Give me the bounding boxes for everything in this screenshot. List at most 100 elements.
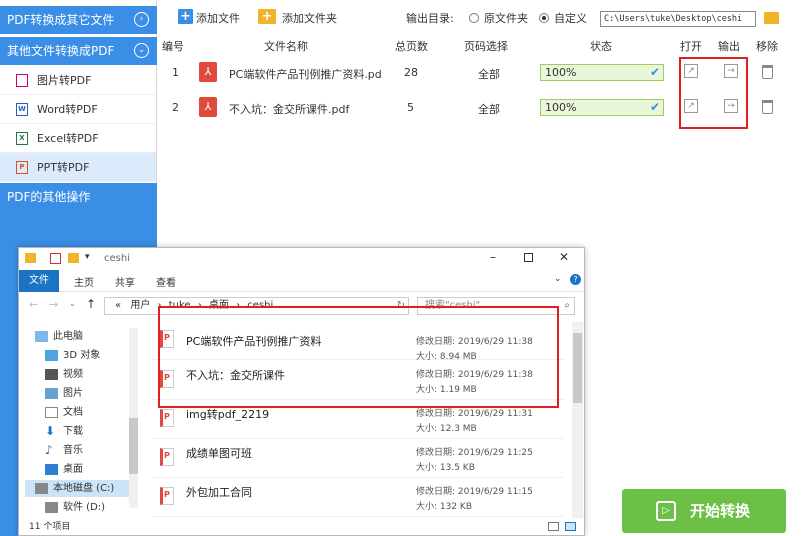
navigation-pane: 此电脑 3D 对象 视频 图片 文档 ⬇ 下载 ♪ 音乐 桌面 本地磁盘 (C:) … <box>19 322 141 518</box>
col-header: 文件名称 <box>264 40 308 53</box>
category-label: PDF转换成其它文件 <box>7 13 115 27</box>
chevron-right-icon: › <box>134 12 149 27</box>
nav-label: 文档 <box>63 407 83 418</box>
explorer-title-bar: ▾ ceshi – ✕ <box>19 248 584 270</box>
category-label: 其他文件转换成PDF <box>7 44 115 58</box>
col-header: 输出 <box>718 40 740 53</box>
qat-dropdown-icon[interactable]: ▾ <box>85 252 90 262</box>
forward-arrow-icon[interactable]: → <box>49 298 58 311</box>
radio-original-label: 原文件夹 <box>484 12 528 25</box>
nav-label: 下载 <box>63 426 83 437</box>
file-modified: 修改日期: 2019/6/29 11:25 <box>416 448 533 458</box>
file-modified: 修改日期: 2019/6/29 11:15 <box>416 487 533 497</box>
trash-icon[interactable] <box>762 65 773 79</box>
cube-icon <box>45 350 58 361</box>
search-icon[interactable]: ⌕ <box>564 298 570 314</box>
add-file-button[interactable]: + 添加文件 <box>178 9 240 26</box>
expand-ribbon-icon[interactable]: ⌄ <box>554 274 562 284</box>
page-range[interactable]: 全部 <box>478 66 500 82</box>
row-number: 1 <box>172 66 179 79</box>
add-folder-label: 添加文件夹 <box>282 12 337 25</box>
highlight-box <box>679 57 748 129</box>
recent-dropdown-icon[interactable]: ⌄ <box>69 299 76 308</box>
properties-icon[interactable] <box>50 253 61 264</box>
picture-icon <box>45 388 58 399</box>
maximize-icon[interactable] <box>524 253 533 262</box>
up-arrow-icon[interactable]: ↑ <box>86 297 96 311</box>
new-folder-icon[interactable] <box>68 253 79 263</box>
nav-scrollbar-thumb[interactable] <box>129 418 138 474</box>
nav-local-disk-c[interactable]: 本地磁盘 (C:) <box>25 480 129 497</box>
close-icon[interactable]: ✕ <box>559 250 569 264</box>
tiles-view-icon[interactable] <box>565 522 576 531</box>
sidebar-item-ppt-to-pdf[interactable]: P PPT转PDF <box>0 153 156 182</box>
pdf-icon: ⅄ <box>199 62 217 82</box>
window-title: ceshi <box>104 253 130 264</box>
tab-file[interactable]: 文件 <box>19 270 59 292</box>
address-overflow: « <box>115 300 122 311</box>
chevron-down-icon: ⌄ <box>134 43 149 58</box>
radio-custom-label: 自定义 <box>554 12 587 25</box>
category-pdf-other-ops[interactable]: PDF的其他操作 <box>0 183 157 211</box>
sidebar-item-image-to-pdf[interactable]: 图片转PDF <box>0 66 156 95</box>
list-item[interactable]: 外包加工合同 修改日期: 2019/6/29 11:15 大小: 132 KB <box>152 479 564 517</box>
category-pdf-to-other[interactable]: PDF转换成其它文件 › <box>0 6 157 34</box>
output-path-field[interactable]: C:\Users\tuke\Desktop\ceshi <box>600 11 756 27</box>
file-name: 外包加工合同 <box>186 486 252 499</box>
file-list-scrollbar-thumb[interactable] <box>573 333 582 403</box>
file-name: 不入坑：金交所课件.pdf <box>229 103 350 116</box>
list-item[interactable]: 成绩单图可班 修改日期: 2019/6/29 11:25 大小: 13.5 KB <box>152 440 564 478</box>
play-icon: ▷ <box>656 501 676 521</box>
col-header: 页码选择 <box>464 40 508 53</box>
pdf-file-icon <box>160 487 174 505</box>
check-icon: ✔ <box>649 100 660 114</box>
nav-this-pc[interactable]: 此电脑 <box>33 328 137 345</box>
drive-icon <box>35 483 48 494</box>
category-other-to-pdf[interactable]: 其他文件转换成PDF ⌄ <box>0 37 157 65</box>
sidebar-item-excel-to-pdf[interactable]: X Excel转PDF <box>0 124 156 153</box>
col-header: 总页数 <box>395 40 428 53</box>
nav-label: 此电脑 <box>53 331 83 342</box>
ppt-icon: P <box>16 161 28 174</box>
page-count: 28 <box>404 66 418 79</box>
col-header: 状态 <box>590 40 612 53</box>
category-label: PDF的其他操作 <box>7 190 91 204</box>
trash-icon[interactable] <box>762 100 773 114</box>
radio-original-folder[interactable] <box>469 13 479 23</box>
nav-label: 音乐 <box>63 445 83 456</box>
word-icon: W <box>16 103 28 116</box>
tab-share[interactable]: 共享 <box>115 274 135 289</box>
highlight-box <box>158 306 559 408</box>
browse-folder-icon[interactable] <box>764 12 779 24</box>
file-name: PC端软件产品刊例推广资料.pd <box>229 68 382 81</box>
breadcrumb-users[interactable]: 用户 <box>130 300 150 311</box>
excel-icon: X <box>16 132 28 145</box>
file-size: 大小: 12.3 MB <box>416 424 477 434</box>
add-folder-button[interactable]: + 添加文件夹 <box>258 9 337 26</box>
sidebar-item-label: Word转PDF <box>37 103 98 116</box>
back-arrow-icon[interactable]: ← <box>29 298 38 311</box>
page-range[interactable]: 全部 <box>478 101 500 117</box>
document-icon <box>45 407 58 418</box>
sidebar-item-label: 图片转PDF <box>37 74 92 87</box>
progress-text: 100% <box>545 66 577 79</box>
radio-custom[interactable] <box>539 13 549 23</box>
details-view-icon[interactable] <box>548 522 559 531</box>
output-dir-label: 输出目录: <box>406 12 454 25</box>
help-icon[interactable]: ? <box>570 274 581 285</box>
sidebar-item-word-to-pdf[interactable]: W Word转PDF <box>0 95 156 124</box>
minimize-icon[interactable]: – <box>490 250 496 264</box>
tab-home[interactable]: 主页 <box>74 274 94 289</box>
nav-label: 软件 (D:) <box>63 502 106 513</box>
tab-view[interactable]: 查看 <box>156 274 176 289</box>
pdf-file-icon <box>160 448 174 466</box>
pdf-file-icon <box>160 409 174 427</box>
start-convert-label: 开始转换 <box>690 502 751 520</box>
video-icon <box>45 369 58 380</box>
file-size: 大小: 13.5 KB <box>416 463 475 473</box>
sidebar-item-label: Excel转PDF <box>37 132 99 145</box>
start-convert-button[interactable]: ▷ 开始转换 <box>622 489 786 533</box>
pdf-icon: ⅄ <box>199 97 217 117</box>
plus-icon: + <box>178 9 193 24</box>
nav-label: 本地磁盘 (C:) <box>53 483 115 494</box>
